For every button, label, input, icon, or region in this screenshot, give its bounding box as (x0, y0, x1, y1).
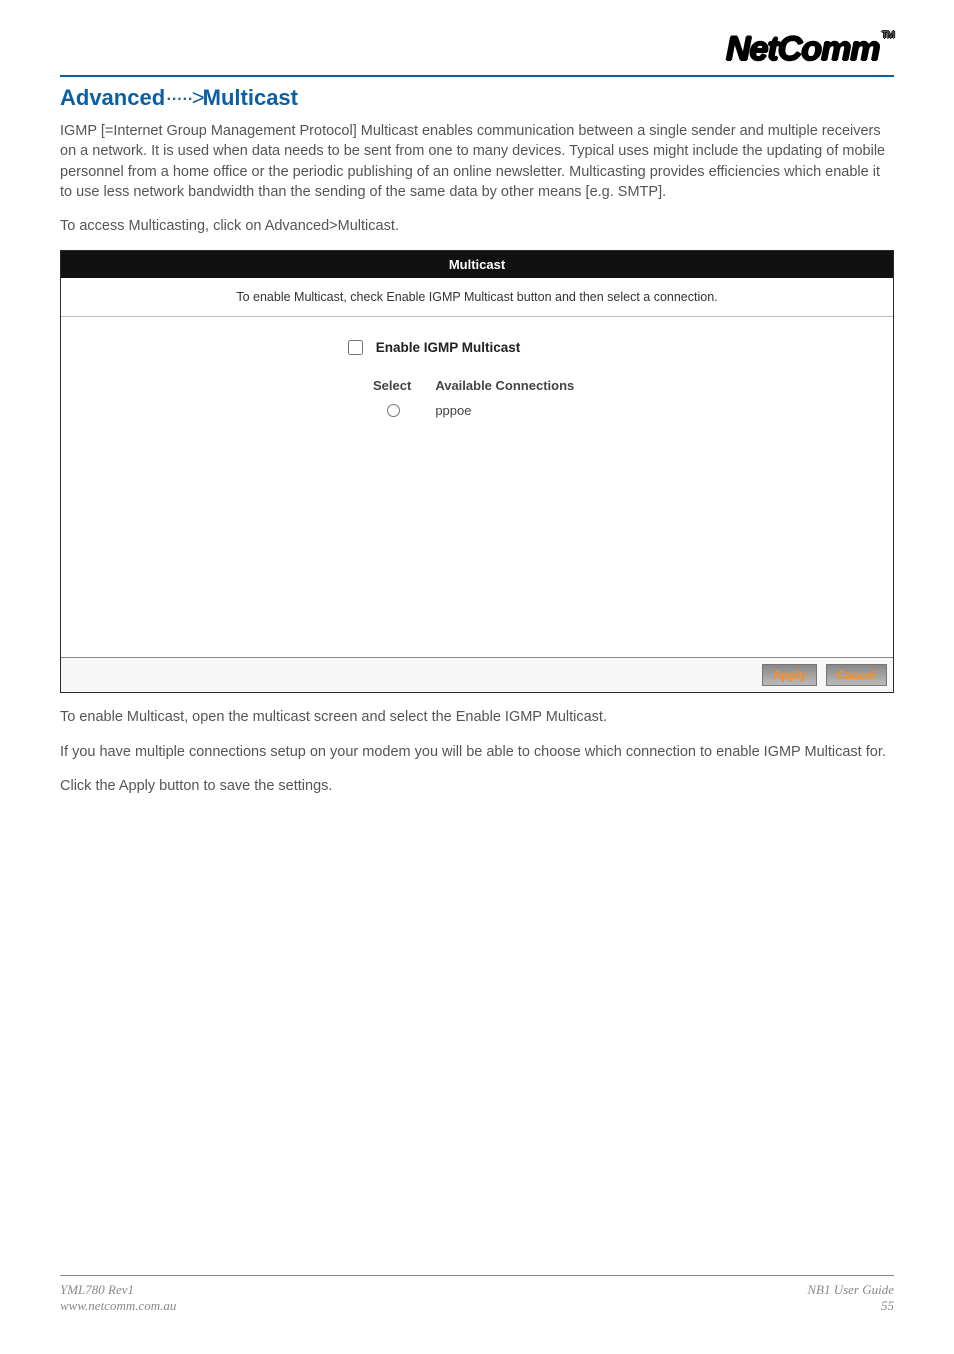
page-footer: YML780 Rev1 www.netcomm.com.au NB1 User … (60, 1275, 894, 1314)
footer-guide-name: NB1 User Guide (807, 1282, 894, 1298)
multicast-content: Enable IGMP Multicast Select Available C… (61, 317, 893, 657)
apply-button[interactable]: Apply (762, 664, 817, 686)
footer-left: YML780 Rev1 www.netcomm.com.au (60, 1282, 176, 1314)
footer-page-number: 55 (807, 1298, 894, 1314)
footer-doc-rev: YML780 Rev1 (60, 1282, 176, 1298)
access-paragraph: To access Multicasting, click on Advance… (60, 216, 894, 236)
multicast-footer: Apply Cancel (61, 657, 893, 692)
multicast-instruction: To enable Multicast, check Enable IGMP M… (61, 278, 893, 317)
enable-paragraph: To enable Multicast, open the multicast … (60, 707, 894, 727)
connection-name: pppoe (435, 397, 596, 424)
apply-paragraph: Click the Apply button to save the setti… (60, 776, 894, 796)
table-row: pppoe (373, 397, 596, 424)
intro-paragraph: IGMP [=Internet Group Management Protoco… (60, 121, 894, 202)
title-part-advanced: Advanced (60, 85, 165, 110)
connection-radio[interactable] (387, 404, 400, 417)
footer-url: www.netcomm.com.au (60, 1298, 176, 1314)
title-separator: ·····> (165, 85, 202, 110)
title-part-multicast: Multicast (203, 85, 298, 110)
brand-tm: TM (882, 30, 894, 41)
enable-igmp-label: Enable IGMP Multicast (376, 340, 521, 355)
connections-table: Select Available Connections pppoe (371, 374, 598, 426)
multicast-panel-header: Multicast (61, 251, 893, 278)
multicast-panel: Multicast To enable Multicast, check Ena… (60, 250, 894, 693)
brand-logo: NetCommTM (726, 30, 894, 69)
footer-right: NB1 User Guide 55 (807, 1282, 894, 1314)
column-available-connections: Available Connections (435, 376, 596, 395)
column-select: Select (373, 376, 433, 395)
enable-igmp-checkbox[interactable] (348, 340, 363, 355)
multiple-connections-paragraph: If you have multiple connections setup o… (60, 742, 894, 762)
cancel-button[interactable]: Cancel (826, 664, 887, 686)
brand-logo-text: NetComm (726, 30, 880, 68)
header-bar: NetCommTM (60, 30, 894, 77)
page-title: Advanced·····>Multicast (60, 85, 894, 111)
